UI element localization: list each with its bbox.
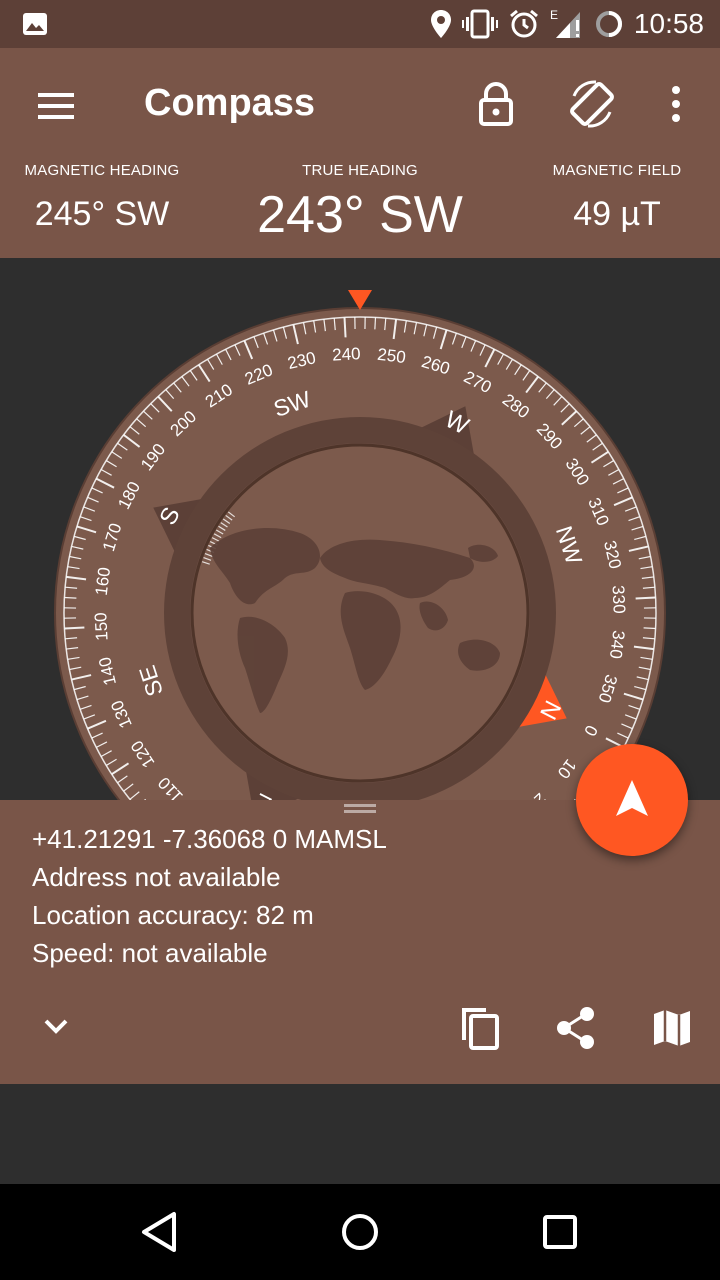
map-icon[interactable] xyxy=(648,1004,696,1052)
battery-charging-icon xyxy=(595,11,622,37)
true-heading-value: 243° SW xyxy=(257,186,463,244)
lock-icon[interactable] xyxy=(476,82,516,126)
dial-tick xyxy=(374,317,377,330)
app-bar: Compass MAGNETIC HEADING 245° SW TRUE HE… xyxy=(0,48,720,258)
network-type-label: E xyxy=(550,8,558,22)
dial-tick xyxy=(343,317,347,338)
location-pin-icon xyxy=(430,10,451,38)
degree-label: 250 xyxy=(376,345,406,367)
app-title: Compass xyxy=(144,82,316,124)
alarm-icon xyxy=(509,9,538,38)
magnetic-heading-value: 245° SW xyxy=(34,195,170,233)
degree-label: 150 xyxy=(91,612,111,641)
chevron-down-icon[interactable] xyxy=(32,1002,80,1050)
navigation-fab[interactable] xyxy=(576,744,688,856)
clock: 10:58 xyxy=(633,8,704,39)
recents-icon[interactable] xyxy=(536,1208,584,1256)
screen-rotation-icon[interactable] xyxy=(566,78,618,130)
heading-marker xyxy=(348,290,372,310)
degree-label: 160 xyxy=(92,566,114,596)
degree-label: 240 xyxy=(332,344,361,364)
compass-dial[interactable]: 0102030405060708090100110120130140150160… xyxy=(54,307,666,800)
compass-dial-svg: 0102030405060708090100110120130140150160… xyxy=(54,290,666,800)
navigation-bar xyxy=(0,1184,720,1280)
vibrate-icon xyxy=(461,9,498,39)
address-text: Address not available xyxy=(32,862,281,892)
true-heading-reading: TRUE HEADING 243° SW xyxy=(220,162,500,245)
compass-view: 0102030405060708090100110120130140150160… xyxy=(0,258,720,800)
copy-icon[interactable] xyxy=(456,1004,504,1052)
signal-icon: E xyxy=(550,8,580,38)
share-icon[interactable] xyxy=(552,1004,600,1052)
drag-handle-icon[interactable] xyxy=(344,804,376,814)
dial-tick xyxy=(64,596,77,599)
image-notification-icon xyxy=(23,13,47,35)
home-icon[interactable] xyxy=(336,1208,384,1256)
dial-tick xyxy=(635,596,656,600)
magnetic-heading-label: MAGNETIC HEADING xyxy=(24,162,180,179)
true-heading-label: TRUE HEADING xyxy=(302,162,418,179)
degree-label: 330 xyxy=(608,585,628,614)
magnetic-field-label: MAGNETIC FIELD xyxy=(552,162,682,179)
hamburger-menu-icon[interactable] xyxy=(36,86,76,126)
speed-text: Speed: not available xyxy=(32,938,268,968)
magnetic-heading-reading: MAGNETIC HEADING 245° SW xyxy=(22,162,182,234)
navigation-arrow-icon xyxy=(616,780,648,816)
accuracy-text: Location accuracy: 82 m xyxy=(32,900,314,930)
dial-tick xyxy=(64,626,85,630)
dial-tick xyxy=(643,627,656,630)
back-icon[interactable] xyxy=(136,1208,184,1256)
status-bar: E 10:58 xyxy=(0,0,720,48)
magnetic-field-reading: MAGNETIC FIELD 49 µT xyxy=(542,162,692,234)
magnetic-field-value: 49 µT xyxy=(573,195,661,233)
degree-label: 340 xyxy=(606,629,628,659)
more-vert-icon[interactable] xyxy=(664,82,688,126)
coordinates-text: +41.21291 -7.36068 0 MAMSL xyxy=(32,824,387,854)
